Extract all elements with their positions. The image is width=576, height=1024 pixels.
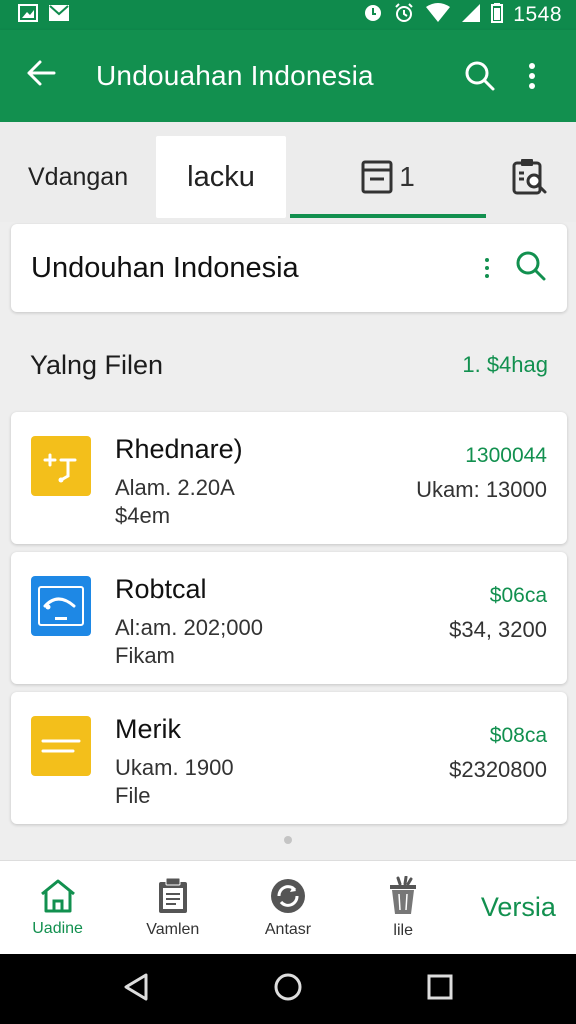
nav-label: Versia bbox=[480, 892, 556, 922]
section-title: Yalng Filen bbox=[30, 349, 164, 380]
nav-label: Vamlen bbox=[146, 920, 200, 938]
tab-lacku[interactable]: lacku bbox=[156, 136, 286, 218]
file-amount-secondary: $34, 3200 bbox=[449, 617, 547, 642]
arrow-left-icon bbox=[27, 60, 56, 86]
file-name: Robtcal bbox=[115, 574, 207, 604]
clipboard-search-icon bbox=[512, 159, 547, 195]
page-indicator bbox=[284, 836, 292, 844]
active-tab-indicator bbox=[290, 214, 486, 218]
status-left bbox=[18, 3, 70, 27]
more-vert-icon[interactable] bbox=[477, 258, 497, 278]
file-amount: $06ca bbox=[489, 584, 547, 607]
file-amount-secondary: Ukam: 13000 bbox=[416, 477, 547, 502]
section-header: Yalng Filen 1. $4hag bbox=[30, 340, 548, 390]
file-amount: 1300044 bbox=[465, 444, 547, 467]
file-meta: Al:am. 202;000 bbox=[115, 615, 263, 640]
file-amount: $08ca bbox=[489, 724, 547, 747]
file-meta-secondary: File bbox=[115, 783, 151, 808]
tab-label: 1 bbox=[399, 161, 415, 192]
status-time: 1548 bbox=[513, 3, 562, 26]
app-title: Undouahan Indonesia bbox=[96, 60, 374, 91]
back-triangle-icon[interactable] bbox=[122, 972, 150, 1007]
image-notification-icon bbox=[18, 3, 38, 27]
tab-vdangan[interactable]: Vdangan bbox=[12, 136, 152, 218]
file-meta-secondary: $4em bbox=[115, 503, 171, 528]
home-circle-icon[interactable] bbox=[273, 972, 303, 1007]
more-options-button[interactable] bbox=[506, 62, 558, 90]
app-bar: Undouahan Indonesia bbox=[0, 30, 576, 122]
nav-label: Uadine bbox=[32, 919, 83, 937]
file-name: Merik bbox=[115, 714, 181, 744]
tab-label: Vdangan bbox=[28, 162, 129, 191]
home-icon bbox=[40, 879, 75, 912]
search-card-title: Undouhan Indonesia bbox=[31, 251, 299, 284]
tab-bar: Vdangan lacku 1 bbox=[0, 122, 576, 222]
search-icon[interactable] bbox=[515, 250, 547, 287]
file-meta: Alam. 2.20A bbox=[115, 475, 235, 500]
signal-icon bbox=[461, 3, 481, 28]
file-card[interactable]: Merik Ukam. 1900 File $08ca $2320800 bbox=[11, 692, 567, 824]
nav-label: Antasr bbox=[264, 920, 312, 938]
data-saver-icon bbox=[363, 3, 383, 28]
text-file-icon bbox=[31, 716, 91, 776]
back-button[interactable] bbox=[26, 59, 66, 93]
battery-icon bbox=[491, 2, 504, 28]
nav-item-uadine[interactable]: Uadine bbox=[0, 861, 115, 954]
clipboard-icon bbox=[158, 877, 187, 913]
file-amount-secondary: $2320800 bbox=[449, 757, 547, 782]
status-right: 1548 bbox=[363, 2, 562, 29]
picture-icon bbox=[31, 576, 91, 636]
nav-label: lile bbox=[393, 921, 413, 939]
nav-item-lile[interactable]: lile bbox=[346, 861, 461, 954]
folder-box-icon bbox=[361, 160, 393, 194]
search-card[interactable]: Undouhan Indonesia bbox=[11, 224, 567, 312]
sync-icon bbox=[271, 878, 305, 913]
bottom-nav: Uadine Vamlen Antasr lile Versia bbox=[0, 860, 576, 954]
tab-folder[interactable]: 1 bbox=[290, 136, 486, 218]
search-icon bbox=[465, 61, 495, 91]
nav-item-antasr[interactable]: Antasr bbox=[230, 861, 345, 954]
status-bar: 1548 bbox=[0, 0, 576, 30]
wifi-icon bbox=[425, 2, 451, 28]
document-edit-icon bbox=[31, 436, 91, 496]
tab-clipboard-search[interactable] bbox=[490, 136, 570, 218]
section-value[interactable]: 1. $4hag bbox=[462, 352, 548, 378]
nav-item-versia[interactable]: Versia bbox=[461, 861, 576, 954]
tab-label: lacku bbox=[187, 160, 255, 193]
nav-item-vamlen[interactable]: Vamlen bbox=[115, 861, 230, 954]
file-name: Rhednare) bbox=[115, 434, 243, 464]
search-button[interactable] bbox=[454, 60, 506, 92]
file-meta: Ukam. 1900 bbox=[115, 755, 234, 780]
more-vert-icon bbox=[529, 63, 535, 89]
file-meta-secondary: Fikam bbox=[115, 643, 175, 668]
mail-icon bbox=[48, 4, 70, 27]
file-card[interactable]: Robtcal Al:am. 202;000 Fikam $06ca $34, … bbox=[11, 552, 567, 684]
trash-icon bbox=[390, 875, 417, 914]
alarm-icon bbox=[393, 2, 415, 29]
recents-square-icon[interactable] bbox=[426, 973, 454, 1006]
file-card[interactable]: Rhednare) Alam. 2.20A $4em 1300044 Ukam:… bbox=[11, 412, 567, 544]
system-nav-bar bbox=[0, 954, 576, 1024]
